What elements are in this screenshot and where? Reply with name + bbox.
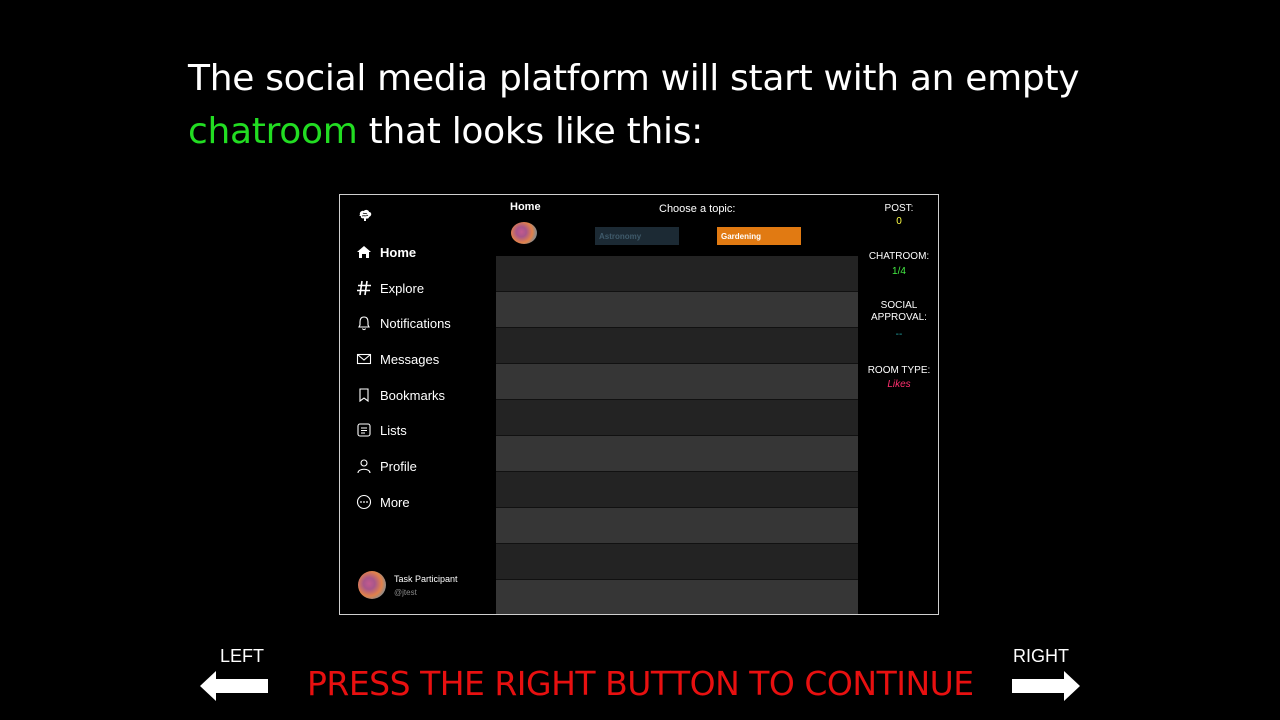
post-label: POST:	[884, 203, 914, 214]
sidebar-item-label: Notifications	[380, 315, 451, 331]
headline-line-2: chatroom that looks like this:	[188, 105, 1148, 158]
empty-post-slot	[496, 400, 858, 436]
hashtag-icon	[357, 280, 371, 296]
headline: The social media platform will start wit…	[188, 52, 1148, 158]
left-arrow-icon[interactable]	[200, 671, 268, 701]
empty-post-slot	[496, 508, 858, 544]
bell-icon	[358, 316, 370, 331]
main-feed-panel: Home Choose a topic: Astronomy Gardening	[496, 195, 858, 614]
headline-line-2-rest: that looks like this:	[357, 111, 704, 152]
room-type-value: Likes	[887, 379, 911, 390]
chatroom-feed	[496, 256, 858, 614]
user-name: Task Participant	[394, 573, 458, 584]
empty-post-slot	[496, 472, 858, 508]
empty-post-slot	[496, 328, 858, 364]
approval-label-1: SOCIAL	[880, 300, 918, 311]
sidebar-item-profile[interactable]: Profile	[356, 456, 417, 476]
avatar	[358, 571, 386, 599]
page-title: Home	[510, 201, 541, 213]
room-type-label: ROOM TYPE:	[867, 365, 931, 376]
sidebar-item-lists[interactable]: Lists	[356, 420, 407, 440]
empty-post-slot	[496, 364, 858, 400]
list-icon	[357, 423, 371, 437]
sidebar-item-label: Bookmarks	[380, 387, 446, 403]
user-icon	[357, 459, 371, 474]
sidebar-item-label: Profile	[380, 458, 417, 474]
sidebar-item-label: Lists	[380, 422, 407, 438]
topic-button-gardening[interactable]: Gardening	[717, 227, 801, 245]
right-arrow-icon[interactable]	[1012, 671, 1080, 701]
approval-label-2: APPROVAL:	[871, 312, 927, 323]
more-icon	[356, 494, 372, 510]
sidebar-item-more[interactable]: More	[356, 492, 410, 512]
sidebar-item-label: Home	[380, 244, 417, 260]
chatroom-app-preview: Home Explore Notifications Messages Book…	[339, 194, 939, 615]
right-label: RIGHT	[1013, 646, 1069, 666]
bookmark-icon	[359, 388, 369, 403]
approval-value: --	[895, 329, 903, 340]
sidebar-item-home[interactable]: Home	[356, 242, 416, 262]
home-icon	[357, 246, 371, 258]
topic-button-astronomy[interactable]: Astronomy	[595, 227, 679, 245]
headline-highlight: chatroom	[188, 111, 358, 152]
continue-instruction: PRESS THE RIGHT BUTTON TO CONTINUE	[307, 664, 974, 703]
sidebar-item-label: Explore	[380, 280, 425, 296]
brain-logo-icon	[359, 209, 372, 221]
sidebar-item-explore[interactable]: Explore	[356, 278, 424, 298]
chatroom-progress: 1/4	[892, 266, 906, 277]
empty-post-slot	[496, 544, 858, 580]
sidebar-item-bookmarks[interactable]: Bookmarks	[356, 385, 445, 405]
stats-panel: POST: 0 CHATROOM: 1/4 SOCIAL APPROVAL: -…	[858, 195, 938, 614]
sidebar: Home Explore Notifications Messages Book…	[340, 195, 496, 614]
left-label: LEFT	[220, 646, 265, 666]
sidebar-item-messages[interactable]: Messages	[356, 349, 439, 369]
topic-prompt: Choose a topic:	[659, 203, 736, 215]
empty-post-slot	[496, 292, 858, 328]
chatroom-label: CHATROOM:	[868, 251, 930, 262]
sidebar-item-notifications[interactable]: Notifications	[356, 313, 451, 333]
empty-post-slot	[496, 256, 858, 292]
user-handle: @jtest	[394, 587, 417, 597]
avatar	[511, 222, 537, 244]
headline-line-1: The social media platform will start wit…	[188, 58, 1080, 99]
sidebar-item-label: More	[380, 494, 410, 510]
current-user[interactable]: Task Participant @jtest	[358, 571, 458, 599]
sidebar-item-label: Messages	[380, 351, 440, 367]
empty-post-slot	[496, 580, 858, 614]
empty-post-slot	[496, 436, 858, 472]
envelope-icon	[356, 353, 372, 365]
post-count: 0	[896, 216, 902, 227]
